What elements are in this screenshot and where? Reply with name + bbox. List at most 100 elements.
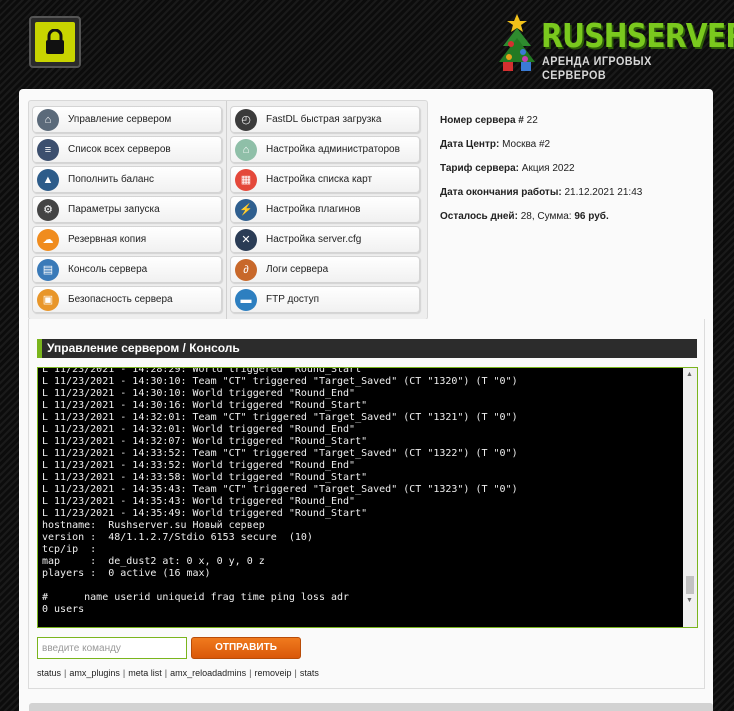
datacenter-label: Дата Центр: <box>440 139 500 150</box>
bag-icon: ▣ <box>37 288 59 311</box>
console-line: map : de_dust2 at: 0 x, 0 y, 0 z <box>42 556 265 567</box>
home-icon: ⌂ <box>37 108 59 131</box>
menu-item-bag[interactable]: ▣ Безопасность сервера <box>32 286 222 313</box>
console-line: L 11/23/2021 - 14:33:52: World triggered… <box>42 460 356 471</box>
brand-title: RUSHSERVER <box>541 16 734 55</box>
console-line: L 11/23/2021 - 14:32:07: World triggered… <box>42 436 368 447</box>
menu-item-label: Параметры запуска <box>68 204 160 215</box>
menu-item-plug[interactable]: ⚡ Настройка плагинов <box>230 196 420 223</box>
menu-item-paperclip[interactable]: ∂ Логи сервера <box>230 256 420 283</box>
tariff-label: Тариф сервера: <box>440 163 520 174</box>
days-left-label: Осталось дней: <box>440 211 518 222</box>
menu-item-gear[interactable]: ⚙ Параметры запуска <box>32 196 222 223</box>
speedometer-icon: ◴ <box>235 108 257 131</box>
quick-link-amx_reloadadmins[interactable]: amx_reloadadmins <box>170 668 246 678</box>
plug-icon: ⚡ <box>235 198 257 221</box>
menu-item-cloud[interactable]: ☁ Резервная копия <box>32 226 222 253</box>
lock-icon <box>35 22 75 62</box>
quick-command-links: status | amx_plugins | meta list | amx_reloada… <box>37 668 319 678</box>
scrollbar-thumb[interactable] <box>686 576 694 594</box>
server-menu: ⌂ Управление сервером ≡ Список всех серверо… <box>28 100 428 320</box>
brand-subtitle: АРЕНДА ИГРОВЫХ СЕРВЕРОВ <box>542 54 652 82</box>
server-number-label: Номер сервера # <box>440 115 524 126</box>
console-line: L 11/23/2021 - 14:35:43: World triggered… <box>42 496 356 507</box>
console-scrollbar[interactable]: ▲ ▼ <box>683 368 697 627</box>
main-panel: ⌂ Управление сервером ≡ Список всех серверо… <box>19 89 713 711</box>
list-icon: ≡ <box>37 138 59 161</box>
quick-link-meta-list[interactable]: meta list <box>128 668 162 678</box>
menu-divider <box>226 101 227 319</box>
command-input[interactable] <box>37 637 187 659</box>
console-line: version : 48/1.1.2.7/Stdio 6153 secure (… <box>42 532 313 543</box>
menu-item-speedometer[interactable]: ◴ FastDL быстрая загрузка <box>230 106 420 133</box>
console-section: Управление сервером / Консоль L 11/23/20… <box>28 319 705 689</box>
link-separator: | <box>294 668 297 678</box>
menu-item-console[interactable]: ▤ Консоль сервера <box>32 256 222 283</box>
console-lines: L 11/23/2021 - 14:28:29: World triggered… <box>42 367 682 616</box>
link-separator: | <box>122 668 126 678</box>
quick-link-removeip[interactable]: removeip <box>254 668 291 678</box>
console-line: L 11/23/2021 - 14:32:01: Team "CT" trigg… <box>42 412 518 423</box>
send-button[interactable]: ОТПРАВИТЬ <box>191 637 301 659</box>
console-output[interactable]: L 11/23/2021 - 14:28:29: World triggered… <box>37 367 698 628</box>
tariff-value: Акция 2022 <box>519 163 575 174</box>
menu-item-chart[interactable]: ▲ Пополнить баланс <box>32 166 222 193</box>
quick-link-status[interactable]: status <box>37 668 61 678</box>
menu-right-column: ◴ FastDL быстрая загрузка ⌂ Настройка админ… <box>230 106 420 316</box>
menu-item-folder[interactable]: ▬ FTP доступ <box>230 286 420 313</box>
menu-item-label: Консоль сервера <box>68 264 148 275</box>
lock-logo-icon[interactable] <box>29 16 81 68</box>
end-date-row: Дата окончания работы: 21.12.2021 21:43 <box>440 183 710 207</box>
menu-item-tools[interactable]: ✕ Настройка server.cfg <box>230 226 420 253</box>
menu-item-bank[interactable]: ⌂ Настройка администраторов <box>230 136 420 163</box>
days-left-row: Осталось дней: 28, Сумма: 96 руб. <box>440 207 710 231</box>
tariff-row: Тариф сервера: Акция 2022 <box>440 159 710 183</box>
console-line: L 11/23/2021 - 14:28:29: World triggered… <box>42 367 368 375</box>
tools-icon: ✕ <box>235 228 257 251</box>
menu-item-label: Логи сервера <box>266 264 329 275</box>
menu-item-label: Безопасность сервера <box>68 294 173 305</box>
console-line: L 11/23/2021 - 14:30:16: World triggered… <box>42 400 368 411</box>
paperclip-icon: ∂ <box>235 258 257 281</box>
menu-item-label: Список всех серверов <box>68 144 171 155</box>
calculator-icon: ▦ <box>235 168 257 191</box>
console-line: hostname: Rushserver.su Новый сервер <box>42 520 265 531</box>
console-icon: ▤ <box>37 258 59 281</box>
scroll-up-icon[interactable]: ▲ <box>686 371 693 378</box>
quick-link-amx_plugins[interactable]: amx_plugins <box>69 668 120 678</box>
menu-item-calculator[interactable]: ▦ Настройка списка карт <box>230 166 420 193</box>
menu-item-label: Настройка плагинов <box>266 204 361 215</box>
cloud-icon: ☁ <box>37 228 59 251</box>
console-line: 0 users <box>42 604 85 615</box>
link-separator: | <box>249 668 252 678</box>
console-line: L 11/23/2021 - 14:33:58: World triggered… <box>42 472 368 483</box>
console-line: L 11/23/2021 - 14:32:01: World triggered… <box>42 424 356 435</box>
menu-item-list[interactable]: ≡ Список всех серверов <box>32 136 222 163</box>
menu-item-label: Настройка server.cfg <box>266 234 362 245</box>
chart-icon: ▲ <box>37 168 59 191</box>
menu-item-label: Настройка списка карт <box>266 174 373 185</box>
console-line: players : 0 active (16 max) <box>42 568 211 579</box>
menu-item-label: FTP доступ <box>266 294 319 305</box>
menu-item-label: Настройка администраторов <box>266 144 400 155</box>
console-line: L 11/23/2021 - 14:30:10: World triggered… <box>42 388 356 399</box>
quick-link-stats[interactable]: stats <box>300 668 319 678</box>
brand-logo[interactable]: RUSHSERVER АРЕНДА ИГРОВЫХ СЕРВЕРОВ <box>497 12 734 82</box>
menu-item-home[interactable]: ⌂ Управление сервером <box>32 106 222 133</box>
bank-icon: ⌂ <box>235 138 257 161</box>
gear-icon: ⚙ <box>37 198 59 221</box>
datacenter-value: Москва #2 <box>499 139 551 150</box>
datacenter-row: Дата Центр: Москва #2 <box>440 135 710 159</box>
console-line: L 11/23/2021 - 14:35:49: World triggered… <box>42 508 368 519</box>
console-line: L 11/23/2021 - 14:33:52: Team "CT" trigg… <box>42 448 518 459</box>
menu-item-label: Пополнить баланс <box>68 174 154 185</box>
link-separator: | <box>164 668 168 678</box>
server-number-row: Номер сервера # 22 <box>440 111 710 135</box>
scroll-down-icon[interactable]: ▼ <box>686 597 693 604</box>
link-separator: | <box>64 668 67 678</box>
console-line: # name userid uniqueid frag time ping lo… <box>42 592 350 603</box>
menu-left-column: ⌂ Управление сервером ≡ Список всех серверо… <box>32 106 222 316</box>
folder-icon: ▬ <box>235 288 257 311</box>
end-date-label: Дата окончания работы: <box>440 187 562 198</box>
